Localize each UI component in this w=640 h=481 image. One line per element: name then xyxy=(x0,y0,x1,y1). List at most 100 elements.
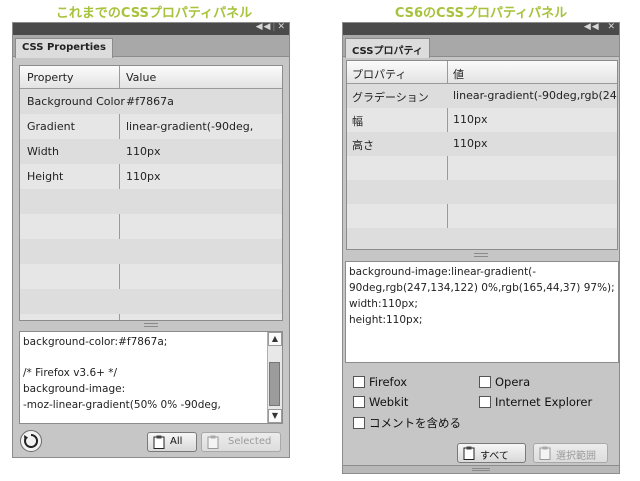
row-value: linear-gradient(-90deg, xyxy=(126,120,254,133)
copy-all-button[interactable]: All xyxy=(147,432,197,452)
double-left-arrow-icon[interactable]: ◀◀ xyxy=(584,22,600,32)
css-code-view[interactable]: background-color:#f7867a; /* Firefox v3.… xyxy=(19,331,283,424)
table-row[interactable]: 幅 110px xyxy=(347,108,617,132)
checkbox-box[interactable] xyxy=(479,396,491,408)
table-row[interactable]: Background Color #f7867a xyxy=(20,89,282,114)
checkbox-firefox[interactable]: Firefox xyxy=(353,375,407,389)
row-property: Height xyxy=(27,170,64,183)
button-label: すべて xyxy=(480,451,509,462)
column-header-value[interactable]: Value xyxy=(126,71,156,84)
code-line: background-image: xyxy=(23,383,126,395)
resize-grip-icon xyxy=(472,468,490,471)
empty-row xyxy=(20,289,282,314)
table-header: Property Value xyxy=(20,66,282,89)
css-code-view[interactable]: background-image:linear-gradient(- 90deg… xyxy=(345,261,619,363)
row-value: 110px xyxy=(453,113,488,126)
tab-css-properties[interactable]: CSSプロパティ xyxy=(345,38,430,58)
column-header-property[interactable]: Property xyxy=(27,71,74,84)
scroll-thumb[interactable] xyxy=(269,362,280,406)
empty-row xyxy=(347,156,617,180)
copy-selection-button[interactable]: 選択範囲 xyxy=(533,443,608,463)
panel-tabbar: CSS Properties xyxy=(13,35,289,58)
scroll-up-arrow-icon[interactable]: ▲ xyxy=(268,332,282,346)
clipboard-icon xyxy=(463,446,475,460)
double-left-arrow-icon[interactable]: ◀◀ xyxy=(256,22,272,32)
column-header-property[interactable]: プロパティ xyxy=(352,66,406,82)
scroll-down-arrow-icon[interactable]: ▼ xyxy=(268,409,282,423)
checkbox-webkit[interactable]: Webkit xyxy=(353,395,408,409)
copy-selected-button[interactable]: Selected xyxy=(201,432,281,452)
refresh-icon xyxy=(24,433,39,448)
row-value: 110px xyxy=(126,145,161,158)
row-property: グラデーション xyxy=(352,91,429,104)
empty-row xyxy=(347,204,617,228)
checkbox-label: Internet Explorer xyxy=(495,395,593,409)
code-line: width:110px; xyxy=(349,298,418,310)
checkbox-label: コメントを含める xyxy=(369,416,461,430)
right-panel-caption: CS6のCSSプロパティパネル xyxy=(394,6,568,21)
panel-splitter[interactable] xyxy=(13,321,289,329)
code-line: -moz-linear-gradient(50% 0% -90deg, xyxy=(23,399,221,411)
clipboard-icon xyxy=(153,435,165,449)
checkbox-label: Opera xyxy=(495,375,531,389)
code-line: background-image:linear-gradient(- xyxy=(349,266,537,278)
row-value: linear-gradient(-90deg,rgb(247,13 xyxy=(453,89,617,102)
button-label: All xyxy=(170,436,183,447)
checkbox-opera[interactable]: Opera xyxy=(479,375,530,389)
table-row[interactable]: Gradient linear-gradient(-90deg, xyxy=(20,114,282,139)
panel-tabbar: CSSプロパティ xyxy=(343,35,619,58)
empty-row xyxy=(347,228,617,249)
empty-row xyxy=(20,239,282,264)
empty-row xyxy=(347,180,617,204)
checkbox-box[interactable] xyxy=(353,417,365,429)
copy-all-button[interactable]: すべて xyxy=(457,443,526,463)
panel-splitter[interactable] xyxy=(343,251,619,259)
left-panel-caption: これまでのCSSプロパティパネル xyxy=(55,6,253,21)
row-property: Width xyxy=(27,145,59,158)
close-icon[interactable]: ✕ xyxy=(607,22,616,32)
properties-table: Property Value Background Color #f7867a … xyxy=(19,65,283,321)
code-line: 90deg,rgb(247,134,122) 0%,rgb(165,44,37)… xyxy=(349,282,615,294)
close-icon[interactable]: ✕ xyxy=(277,22,286,32)
tab-css-properties[interactable]: CSS Properties xyxy=(15,38,113,58)
panel-titlebar: ◀◀ ✕ xyxy=(343,22,619,35)
row-property: 幅 xyxy=(352,115,363,128)
row-value: 110px xyxy=(453,137,488,150)
code-line: background-color:#f7867a; xyxy=(23,336,168,348)
table-row[interactable]: グラデーション linear-gradient(-90deg,rgb(247,1… xyxy=(347,84,617,108)
clipboard-icon xyxy=(539,446,551,460)
column-header-value[interactable]: 値 xyxy=(453,66,464,82)
table-row[interactable]: Width 110px xyxy=(20,139,282,164)
row-property: Gradient xyxy=(27,120,75,133)
panel-titlebar: ◀◀|✕ xyxy=(13,22,289,35)
row-value: #f7867a xyxy=(126,95,174,108)
empty-row xyxy=(20,214,282,239)
table-row[interactable]: 高さ 110px xyxy=(347,132,617,156)
properties-table: プロパティ 値 グラデーション linear-gradient(-90deg,r… xyxy=(346,60,618,250)
checkbox-include-comments[interactable]: コメントを含める xyxy=(353,415,461,431)
vertical-scrollbar[interactable]: ▲ ▼ xyxy=(267,332,282,423)
checkbox-box[interactable] xyxy=(353,376,365,388)
checkbox-internet-explorer[interactable]: Internet Explorer xyxy=(479,395,592,409)
button-label: Selected xyxy=(228,436,272,447)
button-label: 選択範囲 xyxy=(556,451,596,462)
clipboard-icon xyxy=(207,435,219,449)
checkbox-label: Webkit xyxy=(369,395,409,409)
code-line: height:110px; xyxy=(349,314,423,326)
splitter-grip-icon xyxy=(474,253,488,257)
row-property: Background Color xyxy=(27,95,125,108)
code-line: /* Firefox v3.6+ */ xyxy=(23,367,118,379)
checkbox-box[interactable] xyxy=(353,396,365,408)
table-header: プロパティ 値 xyxy=(347,61,617,84)
splitter-grip-icon xyxy=(144,323,158,327)
row-property: 高さ xyxy=(352,139,374,152)
checkbox-box[interactable] xyxy=(479,376,491,388)
empty-row xyxy=(20,189,282,214)
panel-resize-bar[interactable] xyxy=(343,465,619,473)
empty-row xyxy=(20,264,282,289)
checkbox-label: Firefox xyxy=(369,375,408,389)
row-value: 110px xyxy=(126,170,161,183)
refresh-button[interactable] xyxy=(20,430,42,452)
legacy-css-properties-panel: ◀◀|✕ CSS Properties Property Value Backg… xyxy=(12,22,290,458)
table-row[interactable]: Height 110px xyxy=(20,164,282,189)
